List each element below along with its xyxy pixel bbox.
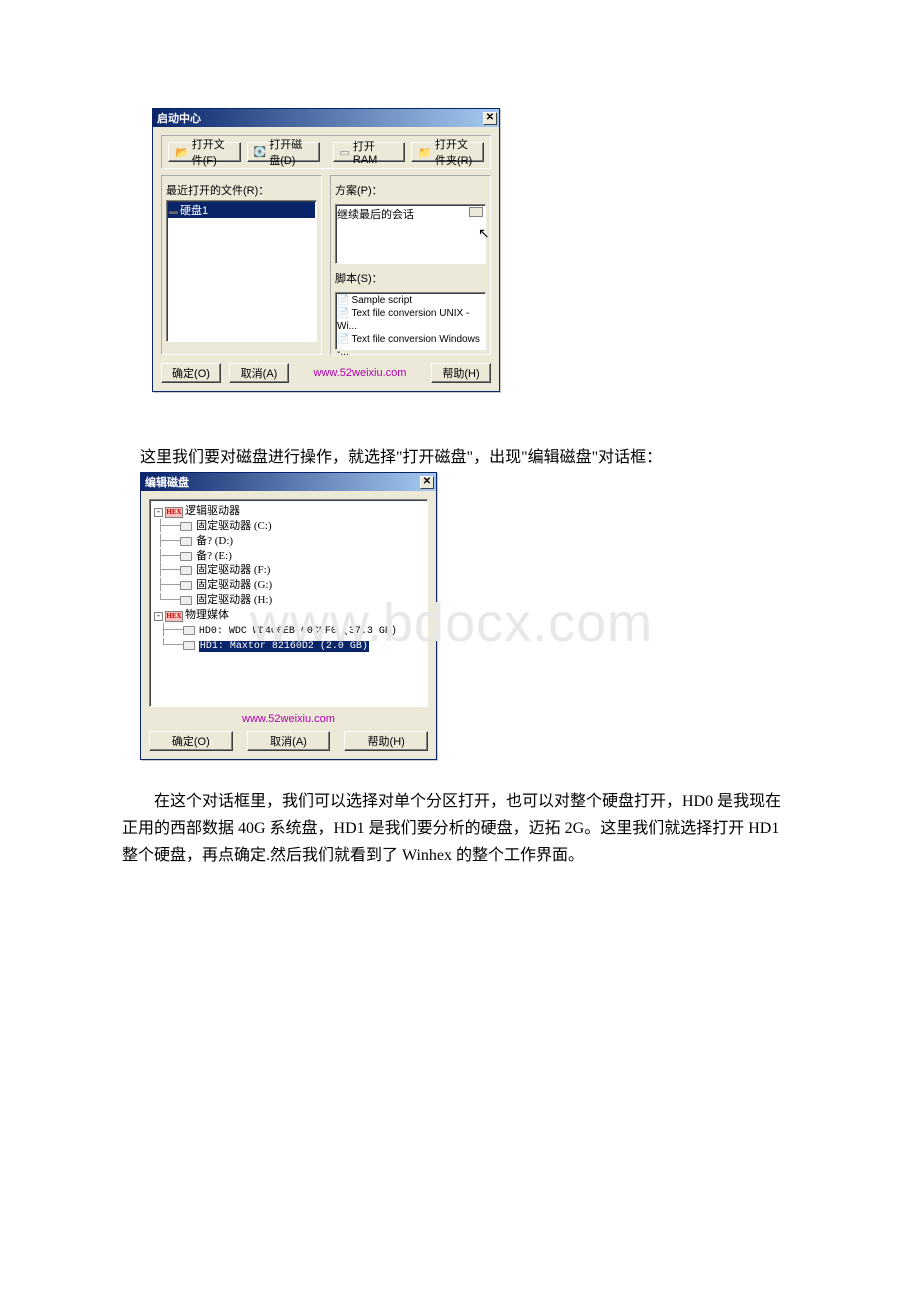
open-ram-button[interactable]: ▭ 打开 RAM bbox=[333, 142, 406, 162]
ok-button[interactable]: 确定(O) bbox=[161, 363, 221, 383]
tree-hd1-selected[interactable]: └──HD1: Maxtor 82160D2 (2.0 GB) bbox=[154, 638, 423, 654]
scheme-folder-icon[interactable] bbox=[469, 207, 483, 217]
drive-icon bbox=[180, 581, 192, 590]
collapse-icon[interactable]: - bbox=[154, 508, 163, 517]
tree-drive-c[interactable]: ├──固定驱动器 (C:) bbox=[154, 519, 423, 534]
edit-disk-dialog: 编辑磁盘 ✕ -HEX逻辑驱动器 ├──固定驱动器 (C:) ├──备? (D:… bbox=[140, 472, 437, 760]
help-button[interactable]: 帮助(H) bbox=[431, 363, 491, 383]
disk-tree[interactable]: -HEX逻辑驱动器 ├──固定驱动器 (C:) ├──备? (D:) ├──备?… bbox=[149, 499, 428, 707]
scheme-label: 方案(P)： bbox=[335, 180, 486, 200]
script-item-2[interactable]: 📄Text file conversion Windows -... bbox=[337, 333, 484, 359]
cursor-icon: ↖ bbox=[478, 225, 490, 242]
drive-icon bbox=[180, 596, 192, 605]
script-item-0[interactable]: 📄Sample script bbox=[337, 294, 484, 307]
open-folder-button[interactable]: 📁 打开文件夹(R) bbox=[411, 142, 484, 162]
open-ram-label: 打开 RAM bbox=[353, 138, 398, 166]
right-panel: 方案(P)： 继续最后的会话 脚本(S)： 📄Sample script 📄Te… bbox=[330, 175, 491, 355]
drive-icon bbox=[180, 566, 192, 575]
tree-drive-f[interactable]: ├──固定驱动器 (F:) bbox=[154, 563, 423, 578]
ram-icon: ▭ bbox=[340, 146, 350, 159]
paragraph-1: 这里我们要对磁盘进行操作，就选择"打开磁盘"，出现"编辑磁盘"对话框： bbox=[140, 444, 780, 471]
dialog2-link[interactable]: www.52weixiu.com bbox=[149, 713, 428, 725]
tree-hd0[interactable]: ├──HD0: WDC WD400EB-00CPF0 (37.3 GB) bbox=[154, 623, 423, 639]
open-file-button[interactable]: 📂 打开文件(F) bbox=[168, 142, 241, 162]
script-label: 脚本(S)： bbox=[335, 268, 486, 288]
open-disk-label: 打开磁盘(D) bbox=[269, 136, 312, 168]
help-button[interactable]: 帮助(H) bbox=[344, 731, 428, 751]
dialog2-titlebar[interactable]: 编辑磁盘 ✕ bbox=[141, 473, 436, 491]
drive-icon bbox=[180, 537, 192, 546]
startup-center-dialog: 启动中心 ✕ 📂 打开文件(F) 💽 打开磁盘(D) ▭ 打开 RAM 📁 打开… bbox=[152, 108, 500, 392]
dialog1-titlebar[interactable]: 启动中心 ✕ bbox=[153, 109, 499, 127]
recent-list[interactable]: ▬硬盘1 bbox=[166, 200, 317, 342]
open-folder-label: 打开文件夹(R) bbox=[435, 136, 477, 168]
open-disk-button[interactable]: 💽 打开磁盘(D) bbox=[247, 142, 320, 162]
ok-button[interactable]: 确定(O) bbox=[149, 731, 233, 751]
cancel-button[interactable]: 取消(A) bbox=[247, 731, 331, 751]
disk-icon: 💽 bbox=[254, 147, 266, 158]
drive-icon bbox=[183, 641, 195, 650]
recent-panel: 最近打开的文件(R)： ▬硬盘1 bbox=[161, 175, 322, 355]
drive-icon bbox=[183, 626, 195, 635]
tree-drive-h[interactable]: └──固定驱动器 (H:) bbox=[154, 593, 423, 608]
dialog1-title: 启动中心 bbox=[157, 110, 201, 126]
dialog2-title: 编辑磁盘 bbox=[145, 474, 189, 490]
script-list[interactable]: 📄Sample script 📄Text file conversion UNI… bbox=[335, 292, 486, 350]
drive-icon bbox=[180, 522, 192, 531]
hex-icon: HEX bbox=[165, 611, 183, 622]
drive-icon bbox=[180, 552, 192, 561]
script-item-1[interactable]: 📄Text file conversion UNIX - Wi... bbox=[337, 307, 484, 333]
close-icon[interactable]: ✕ bbox=[483, 112, 497, 125]
script-icon: 📄 bbox=[337, 295, 349, 306]
recent-label: 最近打开的文件(R)： bbox=[166, 180, 317, 200]
recent-item-0: 硬盘1 bbox=[180, 205, 208, 217]
hd-icon: ▬ bbox=[169, 206, 178, 216]
open-file-label: 打开文件(F) bbox=[192, 136, 234, 168]
tree-physical-root[interactable]: -HEX物理媒体 bbox=[154, 608, 423, 623]
folder-new-icon: 📁 bbox=[418, 146, 432, 159]
close-icon[interactable]: ✕ bbox=[420, 476, 434, 489]
collapse-icon[interactable]: - bbox=[154, 612, 163, 621]
recent-item-selected[interactable]: ▬硬盘1 bbox=[168, 202, 315, 218]
tree-logical-root[interactable]: -HEX逻辑驱动器 bbox=[154, 504, 423, 519]
scheme-item-0[interactable]: 继续最后的会话 bbox=[337, 206, 484, 222]
paragraph-2: 在这个对话框里，我们可以选择对单个分区打开，也可以对整个硬盘打开，HD0 是我现… bbox=[122, 788, 782, 870]
scheme-list[interactable]: 继续最后的会话 bbox=[335, 204, 486, 264]
tree-drive-e[interactable]: ├──备? (E:) bbox=[154, 549, 423, 564]
tree-drive-g[interactable]: ├──固定驱动器 (G:) bbox=[154, 578, 423, 593]
top-button-group: 📂 打开文件(F) 💽 打开磁盘(D) ▭ 打开 RAM 📁 打开文件夹(R) bbox=[161, 135, 491, 169]
cancel-button[interactable]: 取消(A) bbox=[229, 363, 289, 383]
script-icon: 📄 bbox=[337, 308, 349, 319]
tree-drive-d[interactable]: ├──备? (D:) bbox=[154, 534, 423, 549]
folder-open-icon: 📂 bbox=[175, 146, 189, 159]
script-icon: 📄 bbox=[337, 334, 349, 345]
hex-icon: HEX bbox=[165, 507, 183, 518]
footer-link[interactable]: www.52weixiu.com bbox=[289, 367, 431, 379]
